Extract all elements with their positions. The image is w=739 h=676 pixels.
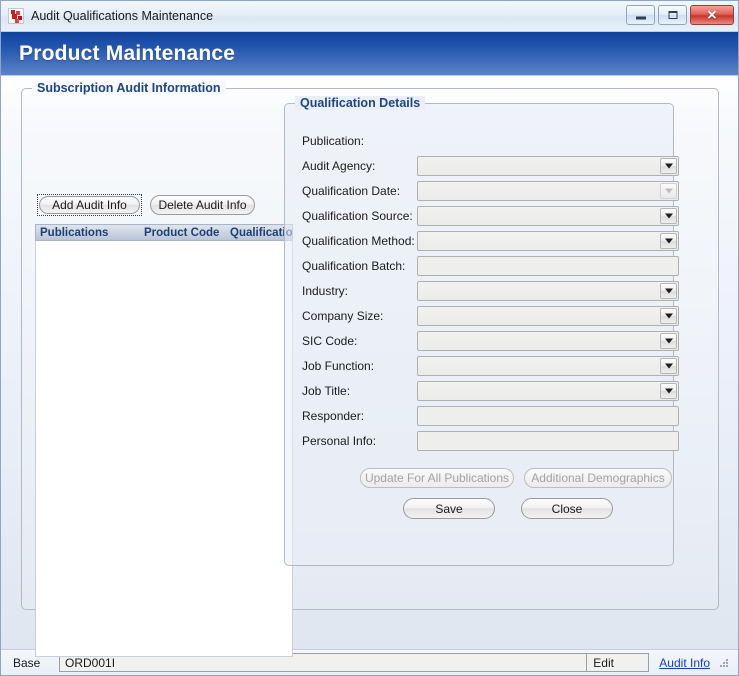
client-area: Subscription Audit Information Add Audit… [1,76,738,657]
field-row-qualification-method: Qualification Method: [302,230,679,252]
field-row-industry: Industry: [302,280,679,302]
window-controls: ✕ [626,5,734,25]
qualification-date-combobox[interactable] [417,181,679,201]
audit-agency-combobox[interactable] [417,156,679,176]
label-qualification-source: Qualification Source: [302,209,413,223]
label-sic-code: SIC Code: [302,334,358,348]
field-row-personal-info: Personal Info: [302,430,679,452]
field-row-qualification-date: Qualification Date: [302,180,679,202]
field-row-qualification-source: Qualification Source: [302,205,679,227]
job-function-combobox[interactable] [417,356,679,376]
field-row-company-size: Company Size: [302,305,679,327]
chevron-down-icon [660,183,677,199]
responder-input[interactable] [417,406,679,426]
qualification-details-group: Qualification Details Publication: Audit… [284,96,679,566]
page-header: Product Maintenance [1,32,738,76]
title-bar: Audit Qualifications Maintenance ✕ [1,1,738,32]
chevron-down-icon[interactable] [660,383,677,399]
save-button[interactable]: Save [403,498,495,519]
delete-audit-info-button[interactable]: Delete Audit Info [150,195,255,215]
chevron-down-icon[interactable] [660,233,677,249]
chevron-down-icon[interactable] [660,308,677,324]
qualification-source-combobox[interactable] [417,206,679,226]
column-header-product-code[interactable]: Product Code [140,227,226,239]
chevron-down-icon[interactable] [660,283,677,299]
minimize-icon [635,16,646,20]
app-icon [8,8,24,24]
status-base-label: Base [13,655,41,670]
maximize-icon [668,11,677,19]
close-button-form[interactable]: Close [521,498,613,519]
label-audit-agency: Audit Agency: [302,159,376,173]
personal-info-input[interactable] [417,431,679,451]
audit-list[interactable] [35,224,293,657]
field-row-publication: Publication: [302,130,417,152]
field-row-qualification-batch: Qualification Batch: [302,255,679,277]
field-row-job-title: Job Title: [302,380,679,402]
label-publication: Publication: [302,134,365,148]
label-job-title: Job Title: [302,384,351,398]
subscription-audit-information-title: Subscription Audit Information [32,81,226,95]
application-window: Audit Qualifications Maintenance ✕ Produ… [0,0,739,676]
label-personal-info: Personal Info: [302,434,377,448]
label-responder: Responder: [302,409,365,423]
chevron-down-icon[interactable] [660,358,677,374]
minimize-button[interactable] [626,5,655,25]
label-qualification-date: Qualification Date: [302,184,401,198]
chevron-down-icon[interactable] [660,158,677,174]
audit-info-link[interactable]: Audit Info [649,656,718,670]
additional-demographics-button[interactable]: Additional Demographics [524,468,672,488]
label-qualification-batch: Qualification Batch: [302,259,406,273]
column-header-publications[interactable]: Publications [36,227,140,239]
field-row-responder: Responder: [302,405,679,427]
field-row-sic-code: SIC Code: [302,330,679,352]
label-job-function: Job Function: [302,359,375,373]
close-button[interactable]: ✕ [690,5,734,25]
qualification-details-title: Qualification Details [295,96,426,110]
field-row-audit-agency: Audit Agency: [302,155,679,177]
label-qualification-method: Qualification Method: [302,234,415,248]
audit-list-header: Publications Product Code Qualification [35,224,293,241]
label-industry: Industry: [302,284,349,298]
qualification-batch-input[interactable] [417,256,679,276]
chevron-down-icon[interactable] [660,208,677,224]
qualification-method-combobox[interactable] [417,231,679,251]
sic-code-combobox[interactable] [417,331,679,351]
industry-combobox[interactable] [417,281,679,301]
close-icon: ✕ [706,7,718,23]
maximize-button[interactable] [658,5,687,25]
job-title-combobox[interactable] [417,381,679,401]
update-for-all-publications-button[interactable]: Update For All Publications [360,468,514,488]
status-mode: Edit [587,653,650,672]
column-header-qualification[interactable]: Qualification [226,227,292,239]
window-title: Audit Qualifications Maintenance [31,9,214,23]
chevron-down-icon[interactable] [660,333,677,349]
page-title: Product Maintenance [19,41,236,65]
resize-grip-icon[interactable] [718,657,730,669]
label-company-size: Company Size: [302,309,384,323]
company-size-combobox[interactable] [417,306,679,326]
field-row-job-function: Job Function: [302,355,679,377]
add-audit-info-button[interactable]: Add Audit Info [39,196,140,214]
